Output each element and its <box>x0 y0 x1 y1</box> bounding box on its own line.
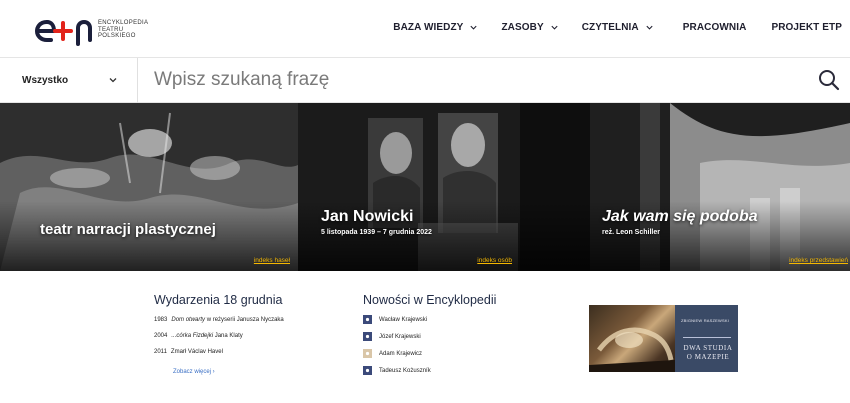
nav-label: ZASOBY <box>501 22 544 33</box>
book-title: DWA STUDIA O MAZEPIE <box>682 344 734 361</box>
nav-item-zasoby[interactable]: ZASOBY <box>501 22 558 33</box>
hero-title: teatr narracji plastycznej <box>40 221 216 238</box>
search-filter-label: Wszystko <box>22 75 69 86</box>
search-bar: Wszystko <box>0 58 850 103</box>
hero-panel-teatr-narracji[interactable]: teatr narracji plastycznej indeks haseł <box>0 103 298 271</box>
search-input[interactable] <box>154 64 774 96</box>
index-link[interactable]: indeks przedstawień <box>789 257 848 264</box>
etp-logo-icon <box>34 19 92 46</box>
news-item[interactable]: Adam Krajewicz <box>363 349 543 358</box>
news-item[interactable]: Wacław Krajewski <box>363 315 543 324</box>
book-cover: ZBIGNIEW RASZEWSKI DWA STUDIA O MAZEPIE <box>675 305 738 372</box>
see-more-link[interactable]: Zobacz więcej › <box>173 369 215 375</box>
main-nav: BAZA WIEDZY ZASOBY CZYTELNIA PRACOWNIA P… <box>393 22 850 33</box>
book-title-line: DWA STUDIA <box>683 344 733 352</box>
event-work-title: ...córka Fizdejki <box>171 333 214 339</box>
news-item[interactable]: Tadeusz Kożuszník <box>363 366 543 375</box>
logo[interactable]: ENCYKLOPEDIA TEATRU POLSKIEGO <box>34 14 148 46</box>
search-filter-dropdown[interactable]: Wszystko <box>0 58 138 103</box>
hero-panel-jan-nowicki[interactable]: Jan Nowicki 5 listopada 1939 – 7 grudnia… <box>298 103 520 271</box>
hero-panel-jak-wam-sie-podoba[interactable]: Jak wam się podoba reż. Leon Schiller in… <box>520 103 850 271</box>
index-link[interactable]: indeks haseł <box>254 257 290 264</box>
event-description: Zmarł Václav Havel <box>170 349 223 355</box>
event-description: w reżyserii Janusza Nyczaka <box>205 317 284 323</box>
hero-subtitle: 5 listopada 1939 – 7 grudnia 2022 <box>321 229 432 236</box>
nav-item-pracownia[interactable]: PRACOWNIA <box>683 22 747 33</box>
hero-subtitle: reż. Leon Schiller <box>602 229 660 236</box>
painting-art <box>589 327 675 372</box>
news-item-label: Tadeusz Kożuszník <box>379 367 431 374</box>
news-item-label: Józef Krajewski <box>379 333 421 340</box>
nav-label: CZYTELNIA <box>581 22 639 33</box>
nav-label: PRACOWNIA <box>682 22 747 33</box>
event-year: 2011 <box>154 349 167 355</box>
site-header: ENCYKLOPEDIA TEATRU POLSKIEGO BAZA WIEDZ… <box>0 0 850 58</box>
divider <box>683 337 731 338</box>
person-entry-icon <box>363 349 372 358</box>
events-title: Wydarzenia 18 grudnia <box>154 293 283 307</box>
book-title-line: O MAZEPIE <box>686 352 730 361</box>
chevron-down-icon <box>470 25 478 30</box>
news-item[interactable]: Józef Krajewski <box>363 332 543 341</box>
nav-item-baza-wiedzy[interactable]: BAZA WIEDZY <box>393 22 478 33</box>
news-section: Nowości w Encyklopedii Wacław Krajewski … <box>363 293 543 375</box>
chevron-down-icon <box>551 25 558 30</box>
book-promo-banner[interactable]: ZBIGNIEW RASZEWSKI DWA STUDIA O MAZEPIE <box>589 305 738 372</box>
news-title: Nowości w Encyklopedii <box>363 293 497 307</box>
event-row[interactable]: 2004 ...córka Fizdejki Jana Klaty <box>154 333 344 339</box>
index-link[interactable]: indeks osób <box>477 257 512 264</box>
event-description: Jana Klaty <box>213 333 243 339</box>
hero-title: Jak wam się podoba <box>602 208 758 225</box>
event-row[interactable]: 2011 Zmarł Václav Havel <box>154 349 344 355</box>
logo-line-3: POLSKIEGO <box>98 33 136 40</box>
nav-label: PROJEKT ETP <box>771 22 842 33</box>
news-item-label: Wacław Krajewski <box>379 316 428 323</box>
nav-item-projekt-etp[interactable]: PROJEKT ETP <box>771 22 842 33</box>
event-work-title: Dom otwarty <box>171 317 206 323</box>
logo-line-1: ENCYKLOPEDIA <box>98 20 149 27</box>
nav-item-czytelnia[interactable]: CZYTELNIA <box>582 22 654 33</box>
person-entry-icon <box>363 366 372 375</box>
event-year: 2004 <box>154 333 168 339</box>
book-author: ZBIGNIEW RASZEWSKI <box>681 318 730 323</box>
event-row[interactable]: 1983 Dom otwarty w reżyserii Janusza Nycz… <box>154 317 344 323</box>
news-item-label: Adam Krajewicz <box>379 350 423 357</box>
nav-label: BAZA WIEDZY <box>393 22 464 33</box>
chevron-down-icon <box>646 25 653 30</box>
logo-text: ENCYKLOPEDIA TEATRU POLSKIEGO <box>98 20 148 40</box>
events-section: Wydarzenia 18 grudnia 1983 Dom otwarty w … <box>154 293 344 378</box>
hero-carousel: teatr narracji plastycznej indeks haseł … <box>0 103 850 271</box>
book-painting-image <box>589 305 675 372</box>
hero-title: Jan Nowicki <box>321 208 414 225</box>
person-entry-icon <box>363 315 372 324</box>
search-icon[interactable] <box>817 68 841 92</box>
event-year: 1983 <box>154 317 168 323</box>
chevron-down-icon <box>109 78 117 83</box>
person-entry-icon <box>363 332 372 341</box>
